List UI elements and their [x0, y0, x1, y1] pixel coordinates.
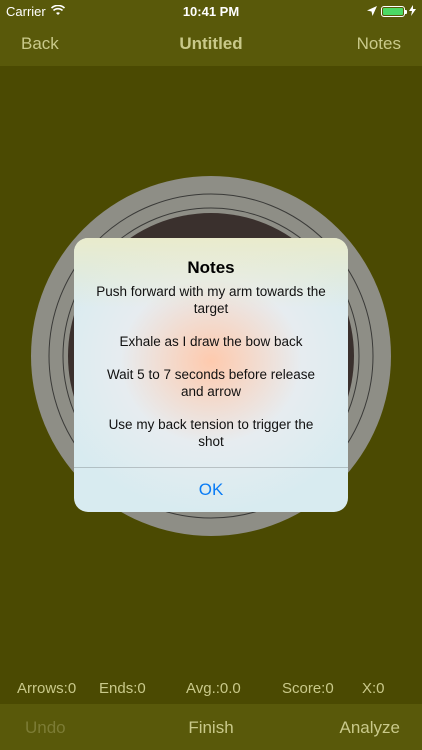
status-time: 10:41 PM [182, 4, 240, 19]
notes-alert-dialog: Notes Push forward with my arm towards t… [74, 238, 348, 512]
notes-button[interactable]: Notes [357, 34, 401, 54]
stats-bar: Arrows:0 Ends:0 Avg.:0.0 Score:0 X:0 [0, 678, 422, 704]
note-line: Wait 5 to 7 seconds before release and a… [106, 367, 316, 399]
analyze-button[interactable]: Analyze [340, 718, 400, 738]
back-button[interactable]: Back [21, 34, 59, 54]
bottom-toolbar: Undo Finish Analyze [0, 704, 422, 750]
note-line: Exhale as I draw the bow back [119, 334, 303, 349]
navigation-bar: Back Untitled Notes [0, 22, 422, 66]
ok-button[interactable]: OK [74, 468, 348, 512]
battery-icon [381, 6, 407, 17]
location-arrow-icon [367, 4, 377, 19]
arrows-count: Arrows:0 [17, 680, 77, 697]
alert-message: Push forward with my arm towards the tar… [96, 283, 326, 466]
note-line: Push forward with my arm towards the tar… [96, 284, 326, 316]
ends-count: Ends:0 [99, 680, 146, 697]
average-score: Avg.:0.0 [186, 680, 241, 697]
total-score: Score:0 [282, 680, 334, 697]
charging-bolt-icon [409, 4, 416, 19]
finish-button[interactable]: Finish [188, 718, 233, 737]
status-right [367, 4, 416, 19]
alert-title: Notes [187, 258, 235, 277]
x-count: X:0 [362, 680, 385, 697]
undo-button[interactable]: Undo [25, 718, 66, 738]
status-bar: Carrier 10:41 PM [0, 0, 422, 22]
note-line: Use my back tension to trigger the shot [108, 417, 314, 449]
